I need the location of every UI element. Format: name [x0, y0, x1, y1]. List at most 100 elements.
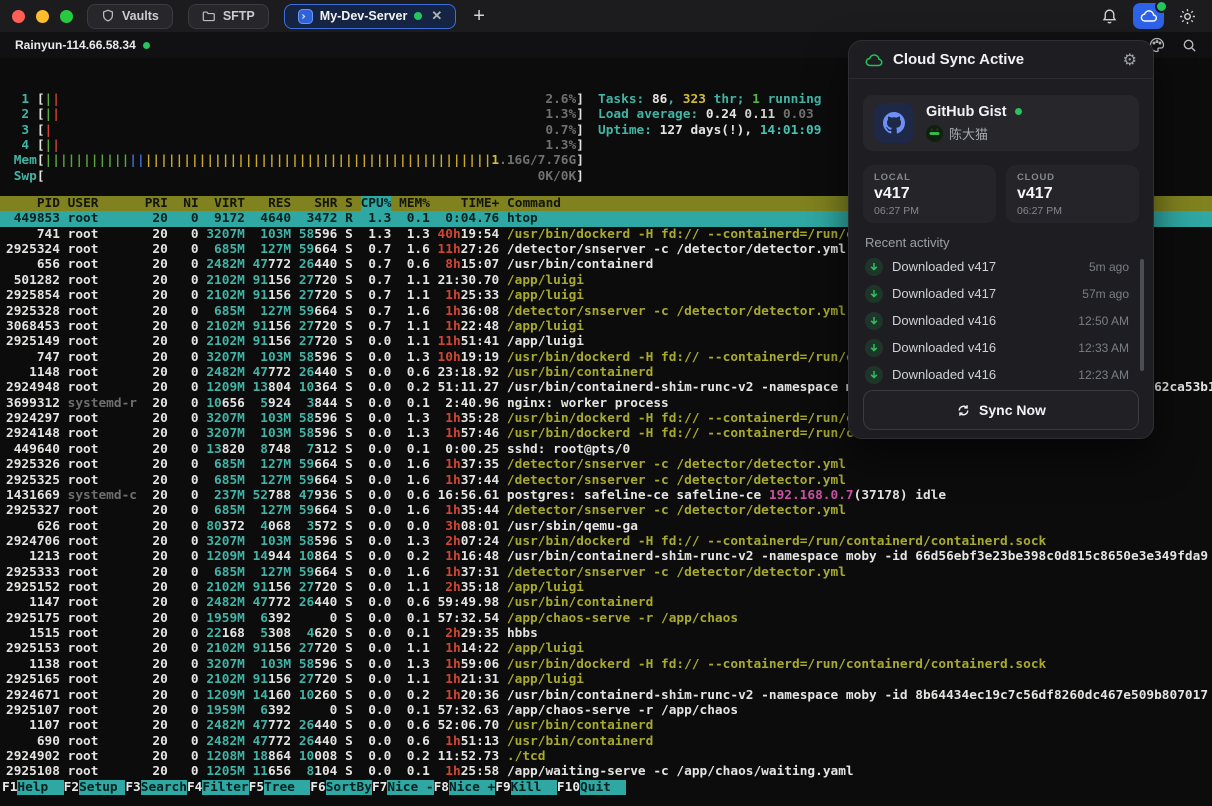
- cloud-version: v417: [1017, 185, 1128, 203]
- tab-sftp[interactable]: SFTP: [188, 4, 269, 29]
- process-row[interactable]: 2925108 root 20 0 1205M 11656 8104 S 0.0…: [0, 764, 1212, 779]
- version-cards: LOCAL v417 06:27 PM CLOUD v417 06:27 PM: [863, 165, 1139, 223]
- fkey-label[interactable]: Search: [141, 780, 187, 795]
- column-header-s[interactable]: S: [345, 196, 353, 211]
- fkey[interactable]: F7: [372, 780, 387, 795]
- activity-time: 57m ago: [1082, 287, 1129, 301]
- tab-vaults[interactable]: Vaults: [87, 4, 173, 29]
- brightness-sun-icon[interactable]: [1179, 8, 1196, 25]
- activity-label: Downloaded v417: [892, 259, 1080, 274]
- fkey-label[interactable]: Kill: [511, 780, 557, 795]
- download-arrow-icon: [865, 258, 883, 276]
- column-header-shr[interactable]: SHR: [299, 196, 338, 211]
- column-header-mem[interactable]: MEM%: [399, 196, 430, 211]
- process-row[interactable]: 1107 root 20 0 2482M 47772 26440 S 0.0 0…: [0, 718, 1212, 733]
- activity-label: Downloaded v417: [892, 286, 1073, 301]
- fkey-label[interactable]: Nice +: [449, 780, 495, 795]
- fkey-label[interactable]: Filter: [202, 780, 248, 795]
- fkey-label[interactable]: Tree: [264, 780, 310, 795]
- connection-status-dot: [414, 12, 422, 20]
- cloud-icon: [865, 53, 884, 67]
- maximize-window-button[interactable]: [60, 10, 73, 23]
- new-tab-button[interactable]: +: [473, 5, 485, 28]
- app-window: Vaults SFTP My-Dev-Server ✕ +: [0, 0, 1212, 806]
- cloud-version-card: CLOUD v417 06:27 PM: [1006, 165, 1139, 223]
- cpu-meter: 1 [|| 2.6%]: [6, 92, 584, 107]
- fkey[interactable]: F4: [187, 780, 202, 795]
- process-row[interactable]: 1213 root 20 0 1209M 14944 10864 S 0.0 0…: [0, 549, 1212, 564]
- activity-label: Downloaded v416: [892, 313, 1069, 328]
- fkey-label[interactable]: Nice -: [387, 780, 433, 795]
- column-header-ni[interactable]: NI: [176, 196, 199, 211]
- fkey-bar: F1Help F2Setup F3SearchF4FilterF5Tree F6…: [0, 780, 1212, 795]
- column-header-cpu[interactable]: CPU%: [361, 196, 392, 211]
- close-tab-icon[interactable]: ✕: [431, 8, 442, 24]
- process-row[interactable]: 2925153 root 20 0 2102M 91156 27720 S 0.…: [0, 641, 1212, 656]
- process-row[interactable]: 1147 root 20 0 2482M 47772 26440 S 0.0 0…: [0, 595, 1212, 610]
- process-row[interactable]: 2924706 root 20 0 3207M 103M 58596 S 0.0…: [0, 534, 1212, 549]
- process-row[interactable]: 449640 root 20 0 13820 8748 7312 S 0.0 0…: [0, 442, 1212, 457]
- fkey-label[interactable]: Quit: [580, 780, 626, 795]
- process-row[interactable]: 2925325 root 20 0 685M 127M 59664 S 0.0 …: [0, 473, 1212, 488]
- github-icon: [874, 103, 914, 143]
- close-window-button[interactable]: [12, 10, 25, 23]
- tab-label: My-Dev-Server: [320, 9, 408, 23]
- fkey[interactable]: F1: [2, 780, 17, 795]
- search-icon[interactable]: [1182, 38, 1197, 53]
- process-row[interactable]: 1515 root 20 0 22168 5308 4620 S 0.0 0.1…: [0, 626, 1212, 641]
- fkey[interactable]: F8: [434, 780, 449, 795]
- column-header-virt[interactable]: VIRT: [206, 196, 245, 211]
- cloud-sync-panel: Cloud Sync Active ⚙ GitHub Gist: [848, 40, 1154, 439]
- process-row[interactable]: 1138 root 20 0 3207M 103M 58596 S 0.0 1.…: [0, 657, 1212, 672]
- cpu-meter: 4 [|| 1.3%]: [6, 138, 584, 153]
- process-row[interactable]: 2925327 root 20 0 685M 127M 59664 S 0.0 …: [0, 503, 1212, 518]
- activity-scrollbar[interactable]: [1140, 259, 1144, 371]
- sync-now-button[interactable]: Sync Now: [863, 390, 1139, 430]
- process-row[interactable]: 1431669 systemd-c 20 0 237M 52788 47936 …: [0, 488, 1212, 503]
- fkey[interactable]: F3: [125, 780, 140, 795]
- sync-provider-card[interactable]: GitHub Gist 陈大猫: [863, 95, 1139, 151]
- notifications-bell-icon[interactable]: [1101, 8, 1118, 25]
- fkey[interactable]: F2: [64, 780, 79, 795]
- fkey[interactable]: F9: [495, 780, 510, 795]
- process-row[interactable]: 2925165 root 20 0 2102M 91156 27720 S 0.…: [0, 672, 1212, 687]
- activity-time: 5m ago: [1089, 260, 1129, 274]
- cloud-sync-button[interactable]: [1133, 3, 1164, 29]
- column-header-pid[interactable]: PID: [6, 196, 60, 211]
- process-row[interactable]: 2925107 root 20 0 1959M 6392 0 S 0.0 0.1…: [0, 703, 1212, 718]
- swap-meter: Swp[ 0K/0K]: [6, 169, 584, 184]
- column-header-time[interactable]: TIME+: [438, 196, 500, 211]
- activity-item: Downloaded v417 5m ago: [865, 253, 1137, 280]
- process-row[interactable]: 2925152 root 20 0 2102M 91156 27720 S 0.…: [0, 580, 1212, 595]
- column-header-user[interactable]: USER: [68, 196, 137, 211]
- local-time: 06:27 PM: [874, 205, 985, 217]
- process-row[interactable]: 2924671 root 20 0 1209M 14160 10260 S 0.…: [0, 688, 1212, 703]
- settings-gear-icon[interactable]: ⚙: [1123, 50, 1137, 69]
- process-row[interactable]: 690 root 20 0 2482M 47772 26440 S 0.0 0.…: [0, 734, 1212, 749]
- provider-name: GitHub Gist: [926, 104, 1007, 120]
- column-header-res[interactable]: RES: [253, 196, 292, 211]
- process-row[interactable]: 2925326 root 20 0 685M 127M 59664 S 0.0 …: [0, 457, 1212, 472]
- sync-active-badge: [1155, 0, 1168, 13]
- process-row[interactable]: 2925333 root 20 0 685M 127M 59664 S 0.0 …: [0, 565, 1212, 580]
- minimize-window-button[interactable]: [36, 10, 49, 23]
- shield-icon: [101, 9, 115, 23]
- cloud-label: CLOUD: [1017, 172, 1128, 183]
- local-label: LOCAL: [874, 172, 985, 183]
- fkey[interactable]: F6: [310, 780, 325, 795]
- fkey-label[interactable]: Setup: [79, 780, 125, 795]
- activity-item: Downloaded v41612:23 AM: [865, 361, 1137, 388]
- column-header-pri[interactable]: PRI: [145, 196, 168, 211]
- local-version-card: LOCAL v417 06:27 PM: [863, 165, 996, 223]
- fkey[interactable]: F5: [249, 780, 264, 795]
- process-row[interactable]: 2924902 root 20 0 1208M 18864 10008 S 0.…: [0, 749, 1212, 764]
- column-header-command[interactable]: Command: [507, 196, 561, 211]
- provider-status-dot: [1015, 108, 1022, 115]
- fkey[interactable]: F10: [557, 780, 580, 795]
- fkey-label[interactable]: Help: [17, 780, 63, 795]
- process-row[interactable]: 2925175 root 20 0 1959M 6392 0 S 0.0 0.1…: [0, 611, 1212, 626]
- fkey-label[interactable]: SortBy: [326, 780, 372, 795]
- activity-label: Downloaded v416: [892, 367, 1069, 382]
- process-row[interactable]: 626 root 20 0 80372 4068 3572 S 0.0 0.0 …: [0, 519, 1212, 534]
- tab-my-dev-server[interactable]: My-Dev-Server ✕: [284, 4, 456, 29]
